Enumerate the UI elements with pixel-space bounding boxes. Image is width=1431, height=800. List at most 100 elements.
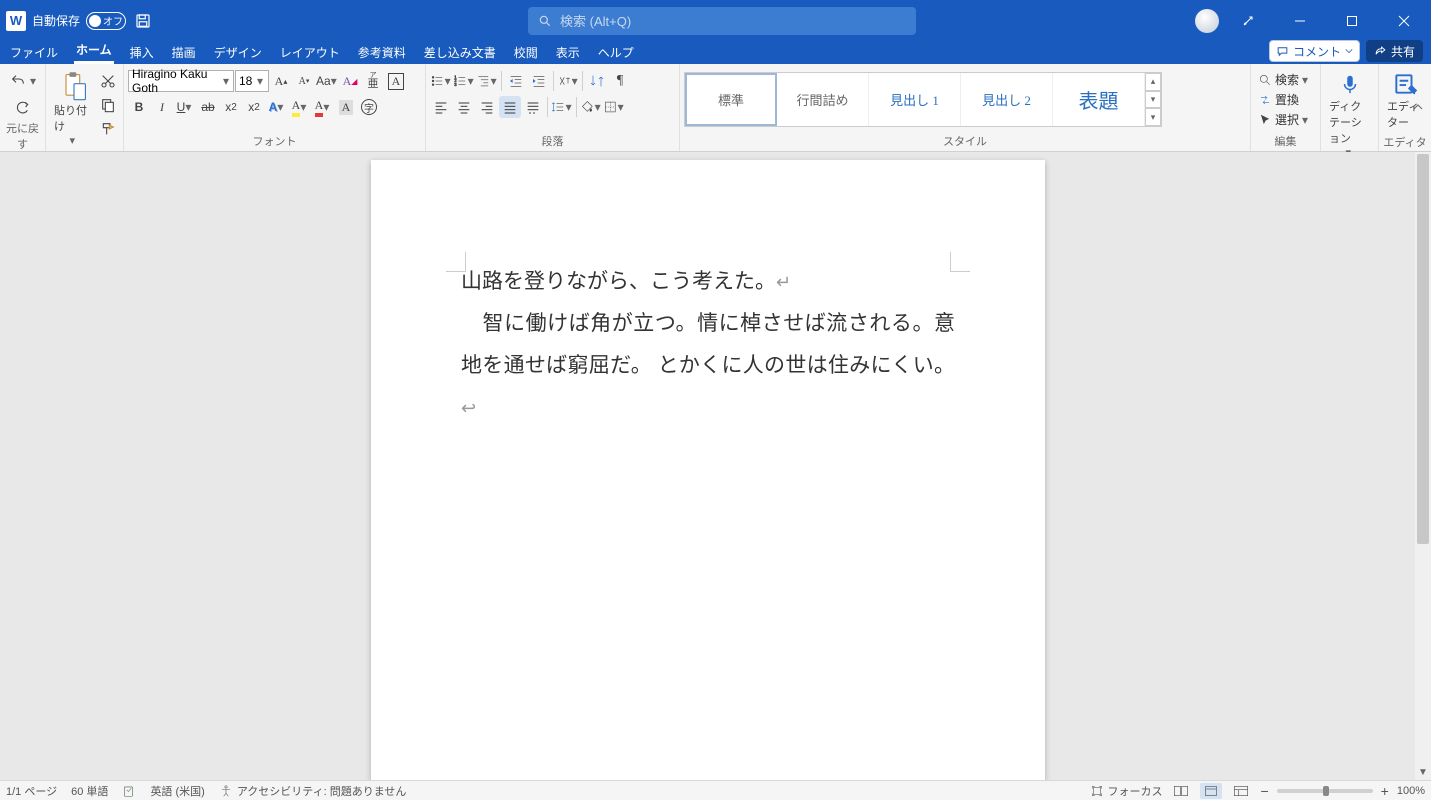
show-marks-button[interactable]: ¶ — [609, 70, 631, 92]
grow-font-button[interactable]: A▴ — [270, 70, 292, 92]
tab-references[interactable]: 参考資料 — [356, 41, 408, 64]
char-border-button[interactable]: A — [385, 70, 407, 92]
collapse-ribbon-button[interactable] — [1409, 99, 1427, 117]
superscript-button[interactable]: x2 — [243, 96, 265, 118]
styles-gallery[interactable]: 標準 行間詰め 見出し 1 見出し 2 表題 ▴ ▾ ▾ — [684, 72, 1162, 127]
underline-button[interactable]: U▾ — [174, 96, 196, 118]
web-layout-button[interactable] — [1230, 783, 1252, 799]
copy-button[interactable] — [97, 94, 119, 116]
tab-design[interactable]: デザイン — [212, 41, 264, 64]
chevron-down-icon[interactable]: ▾ — [30, 74, 38, 88]
close-button[interactable] — [1381, 0, 1427, 41]
paste-button[interactable]: 貼り付け ▾ — [50, 68, 97, 149]
style-more[interactable]: ▾ — [1145, 108, 1161, 126]
enclose-char-button[interactable]: 字 — [358, 96, 380, 118]
text-effects-button[interactable]: A▾ — [266, 96, 288, 118]
tab-mailings[interactable]: 差し込み文書 — [422, 41, 498, 64]
format-painter-button[interactable] — [97, 118, 119, 140]
style-h1[interactable]: 見出し 1 — [869, 73, 961, 126]
zoom-in-button[interactable]: + — [1381, 783, 1389, 799]
zoom-out-button[interactable]: − — [1260, 783, 1268, 799]
char-shading-button[interactable]: A — [335, 96, 357, 118]
style-scroll-up[interactable]: ▴ — [1145, 73, 1161, 91]
distribute-button[interactable] — [522, 96, 544, 118]
cut-button[interactable] — [97, 70, 119, 92]
tab-view[interactable]: 表示 — [554, 41, 582, 64]
language-status[interactable]: 英語 (米国) — [150, 783, 204, 799]
scroll-down-icon[interactable]: ▼ — [1415, 764, 1431, 780]
comments-button[interactable]: コメント — [1269, 40, 1360, 62]
text-line[interactable]: 山路を登りながら、こう考えた。 — [461, 269, 776, 293]
tab-home[interactable]: ホーム — [74, 38, 114, 64]
align-center-button[interactable] — [453, 96, 475, 118]
document-canvas[interactable]: 山路を登りながら、こう考えた。↵ 智に働けば角が立つ。情に棹させば流される。意地… — [0, 152, 1431, 780]
highlight-button[interactable]: A▾ — [289, 96, 311, 118]
font-size-combo[interactable]: 18▾ — [235, 70, 269, 92]
find-button[interactable]: 検索▾ — [1255, 70, 1313, 89]
numbering-button[interactable]: 123▾ — [453, 70, 475, 92]
line-spacing-button[interactable]: ▾ — [551, 96, 573, 118]
asian-layout-button[interactable]: ▾ — [557, 70, 579, 92]
focus-mode-button[interactable]: フォーカス — [1090, 783, 1162, 799]
undo-button[interactable] — [7, 70, 29, 92]
sort-button[interactable] — [586, 70, 608, 92]
shading-button[interactable]: ▾ — [580, 96, 602, 118]
zoom-slider[interactable] — [1277, 789, 1373, 793]
font-color-button[interactable]: A▾ — [312, 96, 334, 118]
tab-help[interactable]: ヘルプ — [596, 41, 636, 64]
maximize-button[interactable] — [1329, 0, 1375, 41]
borders-button[interactable]: ▾ — [603, 96, 625, 118]
multilevel-button[interactable]: ▾ — [476, 70, 498, 92]
dec-indent-button[interactable] — [505, 70, 527, 92]
style-nospace[interactable]: 行間詰め — [777, 73, 869, 126]
zoom-level[interactable]: 100% — [1397, 785, 1425, 797]
scrollbar-thumb[interactable] — [1417, 154, 1429, 544]
align-left-button[interactable] — [430, 96, 452, 118]
save-button[interactable] — [132, 10, 154, 32]
tab-review[interactable]: 校閲 — [512, 41, 540, 64]
accessibility-status[interactable]: アクセシビリティ: 問題ありません — [219, 783, 407, 799]
redo-button[interactable] — [12, 96, 34, 118]
dictation-button[interactable]: ディクテーション▾ — [1325, 68, 1374, 161]
avatar[interactable] — [1195, 9, 1219, 33]
align-right-button[interactable] — [476, 96, 498, 118]
word-count[interactable]: 60 単語 — [71, 783, 108, 799]
read-mode-button[interactable] — [1170, 783, 1192, 799]
tab-file[interactable]: ファイル — [8, 41, 60, 64]
page-count[interactable]: 1/1 ページ — [6, 783, 57, 799]
search-box[interactable]: 検索 (Alt+Q) — [528, 7, 916, 35]
inc-indent-button[interactable] — [528, 70, 550, 92]
strike-button[interactable]: ab — [197, 96, 219, 118]
share-button[interactable]: 共有 — [1366, 40, 1423, 62]
subscript-button[interactable]: x2 — [220, 96, 242, 118]
minimize-button[interactable] — [1277, 0, 1323, 41]
style-h2[interactable]: 見出し 2 — [961, 73, 1053, 126]
tab-insert[interactable]: 挿入 — [128, 41, 156, 64]
document-body[interactable]: 山路を登りながら、こう考えた。↵ 智に働けば角が立つ。情に棹させば流される。意地… — [461, 260, 955, 428]
bold-button[interactable]: B — [128, 96, 150, 118]
spellcheck-icon[interactable] — [122, 784, 136, 798]
title-bar: W 自動保存 オフ 検索 (Alt+Q) — [0, 0, 1431, 41]
group-label-editing: 編集 — [1255, 131, 1316, 151]
vertical-scrollbar[interactable]: ▼ — [1415, 152, 1431, 780]
style-title[interactable]: 表題 — [1053, 73, 1145, 126]
font-name-combo[interactable]: Hiragino Kaku Goth▾ — [128, 70, 234, 92]
text-line[interactable]: 智に働けば角が立つ。情に棹させば流される。意地を通せば窮屈だ。 とかくに人の世は… — [461, 311, 955, 377]
coming-soon-icon[interactable] — [1225, 0, 1271, 41]
style-scroll-down[interactable]: ▾ — [1145, 91, 1161, 109]
autosave-toggle[interactable]: オフ — [86, 12, 126, 30]
select-button[interactable]: 選択▾ — [1255, 110, 1313, 129]
style-normal[interactable]: 標準 — [685, 73, 777, 126]
justify-button[interactable] — [499, 96, 521, 118]
tab-layout[interactable]: レイアウト — [278, 41, 342, 64]
print-layout-button[interactable] — [1200, 783, 1222, 799]
italic-button[interactable]: I — [151, 96, 173, 118]
page[interactable]: 山路を登りながら、こう考えた。↵ 智に働けば角が立つ。情に棹させば流される。意地… — [371, 160, 1045, 780]
shrink-font-button[interactable]: A▾ — [293, 70, 315, 92]
phonetic-guide-button[interactable]: ア亜 — [362, 70, 384, 92]
change-case-button[interactable]: Aa▾ — [316, 70, 338, 92]
bullets-button[interactable]: ▾ — [430, 70, 452, 92]
clear-format-button[interactable]: A◢ — [339, 70, 361, 92]
tab-draw[interactable]: 描画 — [170, 41, 198, 64]
replace-button[interactable]: 置換 — [1255, 90, 1302, 109]
